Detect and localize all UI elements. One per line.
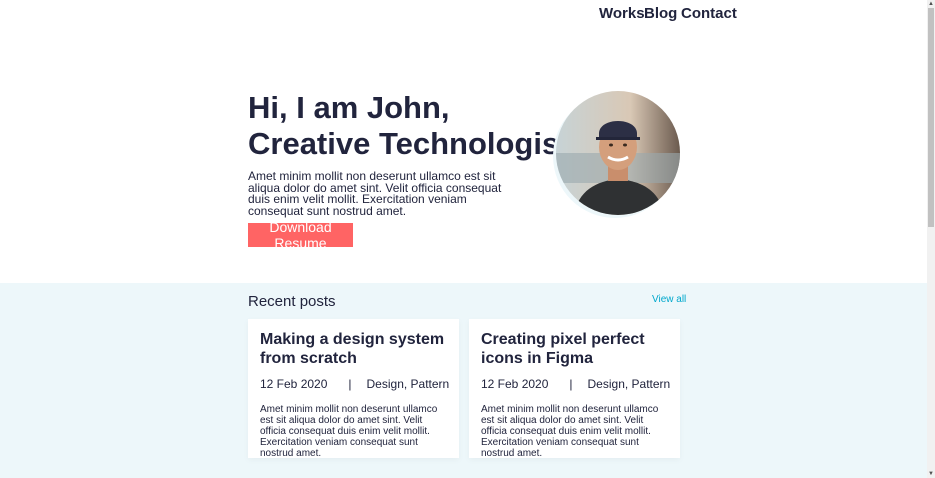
avatar — [556, 91, 680, 215]
post-title[interactable]: Making a design system from scratch — [260, 330, 450, 368]
vertical-scrollbar[interactable]: ▲ ▼ — [927, 0, 935, 478]
scroll-down-arrow-icon[interactable]: ▼ — [927, 470, 935, 478]
scrollbar-thumb[interactable] — [928, 8, 934, 227]
avatar-photo-icon — [556, 91, 680, 215]
hero-title-line-1: Hi, I am John, — [248, 90, 450, 125]
post-tags: Design, Pattern — [587, 377, 671, 391]
post-tags: Design, Pattern — [366, 377, 450, 391]
nav-link-contact[interactable]: Contact — [681, 5, 737, 22]
post-card[interactable]: Making a design system from scratch 12 F… — [248, 319, 459, 459]
meta-separator: | — [569, 377, 573, 391]
post-meta: 12 Feb 2020 | Design, Pattern — [260, 377, 449, 391]
nav-link-blog[interactable]: Blog — [644, 5, 677, 22]
post-title[interactable]: Creating pixel perfect icons in Figma — [481, 330, 671, 368]
post-date: 12 Feb 2020 — [481, 377, 549, 391]
hero-description: Amet minim mollit non deserunt ullamco e… — [248, 169, 502, 218]
post-date: 12 Feb 2020 — [260, 377, 328, 391]
view-all-link[interactable]: View all — [652, 294, 686, 305]
post-card[interactable]: Creating pixel perfect icons in Figma 12… — [469, 319, 680, 459]
recent-posts-section: Recent posts View all Making a design sy… — [0, 283, 927, 478]
hero-title: Hi, I am John, Creative Technologist — [248, 90, 570, 162]
download-resume-button[interactable]: Download Resume — [248, 219, 353, 251]
recent-posts-title: Recent posts — [248, 293, 336, 310]
post-meta: 12 Feb 2020 | Design, Pattern — [481, 377, 670, 391]
scroll-up-arrow-icon[interactable]: ▲ — [927, 0, 935, 8]
post-excerpt: Amet minim mollit non deserunt ullamco e… — [260, 404, 438, 459]
post-excerpt: Amet minim mollit non deserunt ullamco e… — [481, 404, 659, 459]
meta-separator: | — [348, 377, 352, 391]
nav-link-works[interactable]: Works — [599, 5, 645, 22]
hero-title-line-2: Creative Technologist — [248, 126, 570, 161]
